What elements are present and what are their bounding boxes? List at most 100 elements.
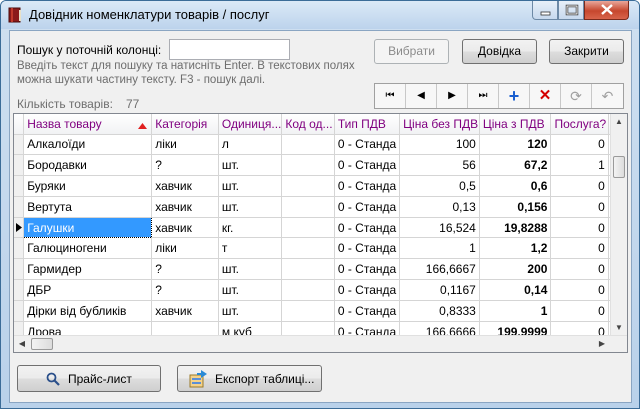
column-header[interactable]: Послуга? (550, 114, 609, 135)
table-cell[interactable]: 0 - Станда (334, 300, 401, 322)
table-cell[interactable]: 100 (399, 134, 480, 156)
table-cell[interactable]: 0 - Станда (334, 196, 401, 218)
column-header[interactable]: Ціна без ПДВ (399, 114, 480, 135)
table-cell[interactable] (281, 237, 335, 260)
add-record-button[interactable]: + (499, 84, 530, 108)
table-row[interactable]: Алкалоїдилікил0 - Станда10012004 (14, 134, 627, 156)
table-cell[interactable]: ліки (151, 237, 219, 260)
table-cell[interactable] (281, 217, 335, 239)
table-cell[interactable]: 0 (550, 237, 609, 260)
table-cell[interactable]: хавчик (151, 300, 219, 322)
column-header[interactable]: Одиниця... (218, 114, 283, 135)
table-cell[interactable]: 0 - Станда (334, 154, 401, 177)
help-button[interactable]: Довідка (462, 39, 537, 64)
table-cell[interactable]: Галюциногени (23, 237, 153, 260)
table-cell[interactable]: 0 - Станда (334, 279, 401, 301)
minimize-button[interactable] (532, 1, 558, 20)
price-list-button[interactable]: Прайс-лист (17, 365, 161, 392)
table-cell[interactable]: 0 - Станда (334, 175, 401, 197)
table-cell[interactable]: хавчик (151, 217, 219, 239)
table-cell[interactable]: Гармидер (23, 258, 153, 281)
table-cell[interactable] (281, 154, 335, 177)
table-cell[interactable]: т (218, 237, 283, 260)
table-cell[interactable] (281, 134, 335, 156)
table-cell[interactable]: 1 (550, 154, 609, 177)
scroll-up-icon[interactable]: ▲ (611, 114, 627, 130)
table-cell[interactable]: 0 - Станда (334, 217, 401, 239)
table-cell[interactable]: 1 (399, 237, 480, 260)
table-cell[interactable]: хавчик (151, 196, 219, 218)
table-cell[interactable] (281, 279, 335, 301)
close-button[interactable]: Закрити (549, 39, 624, 64)
horizontal-scrollbar[interactable]: ◀ ▶ (14, 335, 627, 352)
select-button[interactable]: Вибрати (374, 39, 449, 64)
close-window-button[interactable] (584, 1, 629, 20)
table-cell[interactable]: 0 (550, 279, 609, 301)
table-row[interactable]: Вертута хавчик шт. 0 - Станда 0,13 0,156 0 (14, 196, 627, 218)
table-cell[interactable]: 0 (550, 196, 609, 218)
table-row[interactable]: ДБР? шт. 0 - Станда 0,1167 0,14 0 (14, 279, 627, 301)
scroll-down-icon[interactable]: ▼ (611, 320, 627, 336)
table-row[interactable]: Бородавки? шт. 0 - Станда 56 67,2 1 (14, 154, 627, 177)
table-row[interactable]: Дірки від бубликів хавчик шт. 0 - Станда 0,8… (14, 300, 627, 322)
table-cell[interactable]: 0,13 (399, 196, 480, 218)
table-cell[interactable]: 0,1167 (399, 279, 480, 301)
table-cell[interactable]: Алкалоїди (23, 134, 153, 156)
delete-record-button[interactable]: ✕ (530, 84, 561, 108)
table-cell[interactable]: шт. (218, 175, 283, 197)
column-header[interactable]: Тип ПДВ (334, 114, 401, 135)
search-input[interactable] (169, 39, 290, 60)
vertical-scrollbar[interactable]: ▲ ▼ (610, 114, 627, 336)
table-cell[interactable]: Буряки (23, 175, 153, 197)
table-cell[interactable]: 0 (550, 258, 609, 281)
table-cell[interactable]: хавчик (151, 175, 219, 197)
table-cell[interactable]: шт. (218, 258, 283, 281)
table-cell[interactable]: 0 (550, 217, 609, 239)
table-cell[interactable]: ? (151, 258, 219, 281)
undo-button[interactable]: ↶ (592, 84, 623, 108)
table-cell[interactable] (281, 300, 335, 322)
table-cell[interactable]: шт. (218, 196, 283, 218)
table-cell[interactable]: ? (151, 279, 219, 301)
table-cell[interactable]: ліки (151, 134, 219, 156)
table-cell[interactable]: 0,156 (479, 196, 552, 218)
next-record-button[interactable]: ▶ (437, 84, 468, 108)
table-cell[interactable]: 19,8288 (479, 217, 552, 239)
table-cell[interactable]: Дірки від бубликів (23, 300, 153, 322)
table-cell[interactable]: 16,524 (399, 217, 480, 239)
table-cell[interactable] (281, 175, 335, 197)
table-cell[interactable]: 1 (479, 300, 552, 322)
table-cell[interactable]: Галушки (23, 216, 153, 239)
scroll-right-icon[interactable]: ▶ (594, 336, 610, 352)
column-header[interactable]: Категорія (151, 114, 219, 135)
table-cell[interactable]: 0 (550, 134, 609, 156)
last-record-button[interactable]: ⏭ (468, 84, 499, 108)
refresh-button[interactable]: ⟳ (561, 84, 592, 108)
vertical-scroll-thumb[interactable] (613, 156, 625, 178)
table-cell[interactable]: шт. (218, 154, 283, 177)
table-cell[interactable] (281, 258, 335, 281)
scroll-left-icon[interactable]: ◀ (14, 336, 30, 352)
table-row[interactable]: Буряки хавчик шт. 0 - Станда 0,5 0,6 0 (14, 175, 627, 197)
table-cell[interactable] (281, 196, 335, 218)
table-cell[interactable]: 0 (550, 175, 609, 197)
table-cell[interactable]: 120 (479, 134, 552, 156)
table-cell[interactable]: 166,6667 (399, 258, 480, 281)
table-cell[interactable]: 1,2 (479, 237, 552, 260)
table-cell[interactable]: ? (151, 154, 219, 177)
table-cell[interactable]: шт. (218, 300, 283, 322)
export-table-button[interactable]: Експорт таблиці... (177, 365, 322, 392)
table-cell[interactable]: ДБР (23, 279, 153, 301)
products-grid[interactable]: Назва товару Категорія Одиниця... Код од… (13, 113, 628, 353)
table-cell[interactable]: 0 - Станда (334, 258, 401, 281)
table-cell[interactable]: 0 - Станда (334, 237, 401, 260)
table-cell[interactable]: 0,6 (479, 175, 552, 197)
column-header[interactable]: Код од... (281, 114, 335, 135)
table-cell[interactable]: шт. (218, 279, 283, 301)
table-row[interactable]: Галушки хавчик кг. 0 - Станда 16,524 19,8288 0 (14, 216, 627, 239)
table-cell[interactable]: 0 - Станда (334, 134, 401, 156)
title-bar[interactable]: Довідник номенклатури товарів / послуг (1, 1, 639, 29)
table-row[interactable]: Гармидер? шт. 0 - Станда 166,6667 200 0 (14, 258, 627, 281)
table-cell[interactable]: 0,8333 (399, 300, 480, 322)
horizontal-scroll-thumb[interactable] (31, 338, 53, 350)
